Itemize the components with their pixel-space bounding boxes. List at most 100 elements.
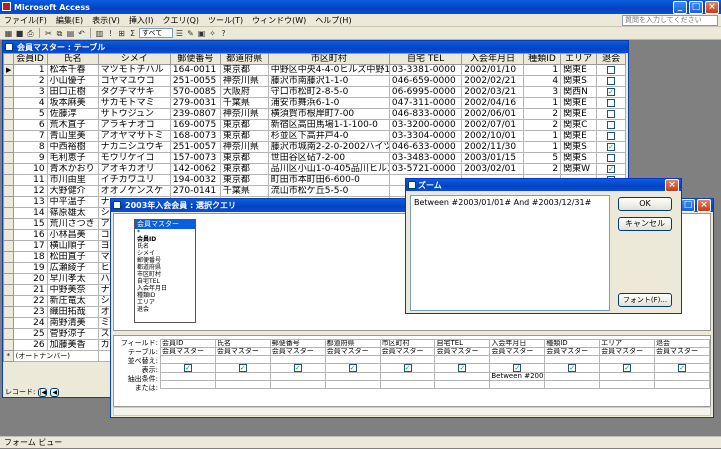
close-icon[interactable]: ×: [705, 0, 719, 14]
prev-record-button[interactable]: ◀: [50, 387, 60, 397]
cell-name[interactable]: 大野健介: [46, 185, 99, 197]
totals-icon[interactable]: Σ: [128, 29, 137, 38]
cell-id[interactable]: 23: [12, 306, 48, 318]
design-empty-cell[interactable]: [269, 380, 326, 389]
row-selector[interactable]: [3, 185, 14, 197]
cell-zip[interactable]: 270-0141: [169, 185, 221, 197]
design-table-cell[interactable]: 会員マスター: [269, 347, 326, 356]
design-empty-cell[interactable]: [214, 355, 271, 364]
cell-zip[interactable]: 169-0075: [169, 119, 221, 131]
design-empty-cell[interactable]: [544, 355, 601, 364]
cell-tel[interactable]: 06-6995-0000: [388, 86, 463, 98]
paste-icon[interactable]: ▤: [66, 29, 75, 38]
cell-name[interactable]: 篠原雄太: [46, 207, 99, 219]
design-show-cell[interactable]: ✓: [544, 363, 601, 373]
column-header[interactable]: 退会: [596, 53, 626, 65]
cell-id[interactable]: 5: [12, 108, 48, 120]
field-list-item[interactable]: 都道府県: [137, 264, 195, 271]
row-selector[interactable]: [3, 141, 14, 153]
ok-button[interactable]: OK: [618, 197, 672, 211]
cell-id[interactable]: 18: [12, 251, 48, 263]
show-checkbox[interactable]: ✓: [238, 364, 247, 372]
row-selector[interactable]: [3, 207, 14, 219]
cell-name[interactable]: 毛利恵子: [46, 152, 99, 164]
cell-city[interactable]: 品川区小山1-0-405品川ヒルズ: [267, 163, 390, 175]
design-field-cell[interactable]: エリア: [599, 339, 656, 348]
show-checkbox[interactable]: ✓: [623, 364, 632, 372]
show-checkbox[interactable]: ✓: [293, 364, 302, 372]
design-table-cell[interactable]: 会員マスター: [379, 347, 436, 356]
row-selector[interactable]: [3, 108, 14, 120]
cell-city[interactable]: 横須賀市根岸町7-00: [267, 108, 390, 120]
cell-id[interactable]: 12: [12, 185, 48, 197]
show-checkbox[interactable]: ✓: [568, 364, 577, 372]
design-field-cell[interactable]: 自宅TEL: [434, 339, 491, 348]
cell-name[interactable]: 広瀬綾子: [46, 262, 99, 274]
view-icon[interactable]: ▦: [4, 29, 13, 38]
design-field-cell[interactable]: 種類ID: [544, 339, 601, 348]
cell-id[interactable]: 24: [12, 317, 48, 329]
show-checkbox[interactable]: ✓: [348, 364, 357, 372]
cell-id[interactable]: 19: [12, 262, 48, 274]
design-show-cell[interactable]: ✓: [269, 363, 326, 373]
design-empty-cell[interactable]: [489, 355, 546, 364]
cell-type[interactable]: 2: [522, 163, 562, 175]
row-selector[interactable]: [3, 339, 14, 351]
cell-date[interactable]: 2002/07/01: [461, 119, 524, 131]
cell-area[interactable]: 関東E: [560, 108, 598, 120]
design-table-cell[interactable]: 会員マスター: [160, 347, 216, 356]
design-empty-cell[interactable]: [544, 372, 601, 381]
cell-type[interactable]: 4: [522, 75, 562, 87]
table-row[interactable]: 9 毛利恵子 モウリケイコ 157-0073 東京都 世田谷区砧7-2-00 03-3483…: [3, 152, 626, 164]
cell-kana[interactable]: アオヤマサトミ: [97, 130, 171, 142]
cell-tel[interactable]: 046-633-0000: [388, 141, 463, 153]
row-selector[interactable]: [3, 295, 14, 307]
cell-quit[interactable]: ✓: [596, 86, 626, 98]
cell-quit[interactable]: [596, 108, 626, 120]
cell-city[interactable]: 新宿区高田馬場1-1-100-0: [267, 119, 390, 131]
row-selector[interactable]: [3, 75, 14, 87]
cell-city[interactable]: 藤沢市城南2-2-0-2002ハイツ城: [267, 141, 390, 153]
menu-item[interactable]: ツール(T): [208, 15, 243, 26]
quit-checkbox[interactable]: [607, 131, 616, 140]
design-criteria-cell[interactable]: Between #2003/01/0: [489, 372, 546, 381]
cell-city[interactable]: 流山市松ケ丘5-5-0: [267, 185, 390, 197]
cell-area[interactable]: 関東S: [560, 152, 598, 164]
field-list-item[interactable]: 入会年月日: [137, 285, 195, 292]
cell-name[interactable]: 荒木直子: [46, 119, 99, 131]
design-empty-cell[interactable]: [434, 355, 491, 364]
cell-kana[interactable]: タグチマサキ: [97, 86, 171, 98]
cell-area[interactable]: 関西N: [560, 86, 598, 98]
cell-kana[interactable]: モウリケイコ: [97, 152, 171, 164]
design-empty-cell[interactable]: [324, 355, 381, 364]
design-empty-cell[interactable]: [160, 380, 216, 389]
cell-kana[interactable]: ナカニシユウキ: [97, 141, 171, 153]
cell-pref[interactable]: 大阪府: [219, 86, 269, 98]
menu-item[interactable]: ファイル(F): [4, 15, 47, 26]
row-selector[interactable]: [3, 229, 14, 241]
cell-city[interactable]: 杉並区下高井戸4-0: [267, 130, 390, 142]
cell-kana[interactable]: アオキカオリ: [97, 163, 171, 175]
column-header[interactable]: 氏名: [46, 53, 99, 65]
cell-city[interactable]: 町田市本町田6-600-0: [267, 174, 390, 186]
cell-quit[interactable]: [596, 130, 626, 142]
cell-date[interactable]: 2002/01/10: [461, 64, 524, 76]
design-table-cell[interactable]: 会員マスター: [434, 347, 491, 356]
row-selector[interactable]: [3, 119, 14, 131]
cell-city[interactable]: 世田谷区砧7-2-00: [267, 152, 390, 164]
design-empty-cell[interactable]: [214, 372, 271, 381]
cell-type[interactable]: 1: [522, 141, 562, 153]
cell-quit[interactable]: [596, 152, 626, 164]
zoom-text-area[interactable]: Between #2003/01/01# And #2003/12/31#: [410, 195, 610, 311]
quit-checkbox[interactable]: [607, 109, 616, 118]
cell-id[interactable]: 22: [12, 295, 48, 307]
cell-id[interactable]: 11: [12, 174, 48, 186]
design-show-cell[interactable]: ✓: [160, 363, 216, 373]
cell-pref[interactable]: 東京都: [219, 174, 269, 186]
cell-id[interactable]: 17: [12, 240, 48, 252]
quit-checkbox[interactable]: [607, 76, 616, 85]
build-icon[interactable]: ✎: [186, 29, 195, 38]
cell-date[interactable]: 2002/10/01: [461, 130, 524, 142]
cell-city[interactable]: 守口市松町2-8-5-0: [267, 86, 390, 98]
design-empty-cell[interactable]: [160, 355, 216, 364]
